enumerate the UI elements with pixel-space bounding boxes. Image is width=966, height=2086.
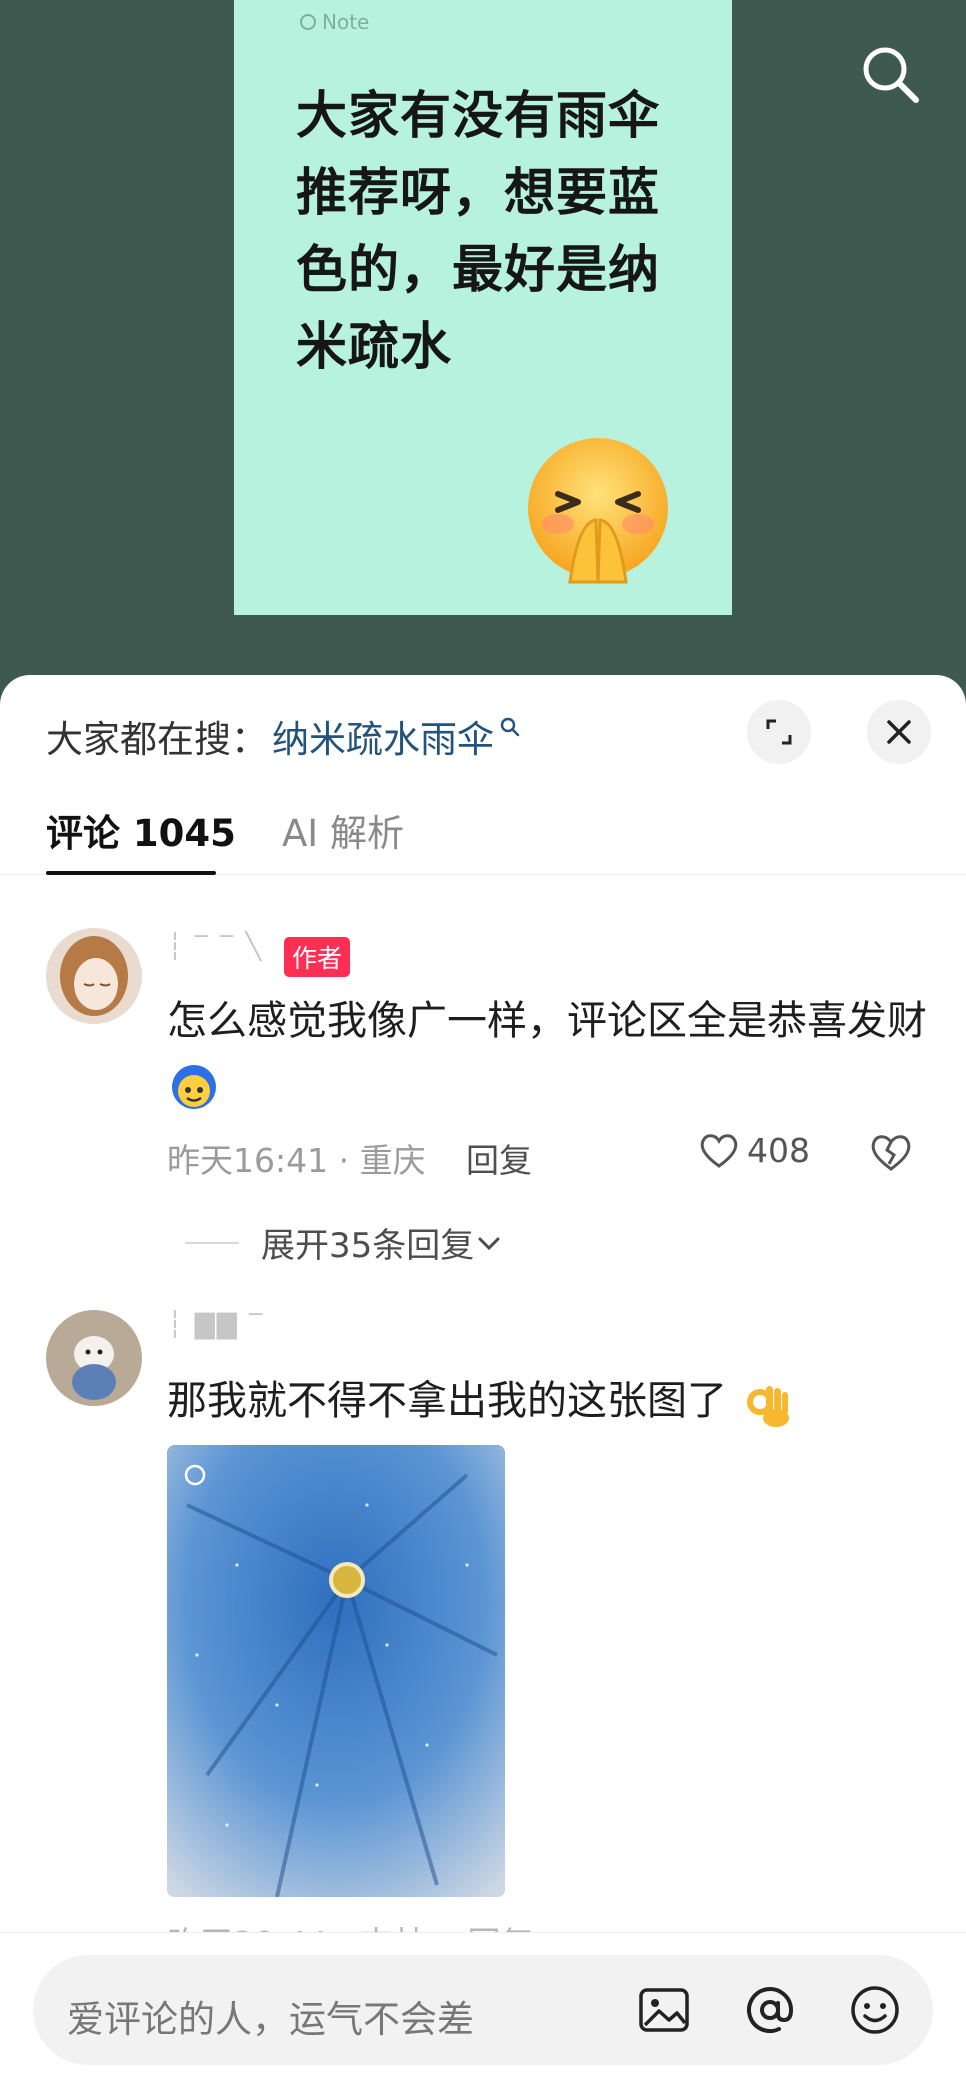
tab-ai-analysis[interactable]: AI 解析 [282,803,404,857]
circle-icon [300,14,316,30]
comment-meta: 昨天16:41 · 重庆 [167,1141,426,1180]
username-redacted[interactable]: ┆ ‾ ‾ ╲ [167,932,263,962]
blue-umbrella-photo [167,1445,505,1897]
chevron-down-icon [478,1237,500,1250]
input-placeholder: 爱评论的人，运气不会差 [67,1998,474,2041]
like-count: 408 [747,1130,810,1170]
tab-bar: 评论 1045 AI 解析 [0,785,966,875]
avatar-image [46,1310,142,1406]
expand-replies-button[interactable]: 展开35条回复 [185,1218,504,1267]
username-redacted[interactable]: ┆ ▇▇ ‾ [167,1310,264,1340]
avatar-image [46,928,142,1024]
close-icon [887,720,911,744]
pleading-face-icon [528,438,668,584]
search-icon [500,717,520,737]
emoji-icon[interactable] [844,1979,906,2041]
note-label: Note [300,10,369,34]
blue-face-emoji-icon [172,1065,216,1109]
comment-text: 那我就不得不拿出我的这张图了 [167,1370,927,1432]
reply-button[interactable]: 回复 [466,1134,532,1182]
hot-search-keyword[interactable]: 纳米疏水雨伞 [272,709,494,763]
like-button[interactable]: 408 [697,1128,810,1172]
comment-text-body: 那我就不得不拿出我的这张图了 [167,1378,727,1424]
search-icon[interactable] [858,42,922,106]
tab-active-indicator [46,871,216,875]
author-badge: 作者 [284,937,351,977]
note-text: 大家有没有雨伞推荐呀，想要蓝色的，最好是纳米疏水 [296,87,661,377]
mention-icon[interactable] [739,1979,801,2041]
divider-line [185,1241,239,1244]
avatar[interactable] [46,1310,142,1406]
expand-replies-label: 展开35条回复 [261,1226,475,1266]
tab-comments[interactable]: 评论 1045 [46,803,236,857]
expand-icon [766,719,792,745]
image-icon[interactable] [633,1979,695,2041]
heart-icon [700,1134,738,1168]
video-area: Note 大家有没有雨伞推荐呀，想要蓝色的，最好是纳米疏水 [0,0,966,700]
expand-button[interactable] [747,700,811,764]
comment-input[interactable]: 爱评论的人，运气不会差 [33,1955,933,2065]
hot-search-prefix: 大家都在搜： [46,718,268,761]
ok-hand-emoji-icon [746,1386,789,1427]
comment-text-body: 怎么感觉我像广一样，评论区全是恭喜发财 [167,998,927,1044]
close-button[interactable] [867,700,931,764]
broken-heart-icon[interactable] [867,1128,915,1176]
comment-photo[interactable] [167,1445,505,1897]
avatar[interactable] [46,928,142,1024]
note-label-text: Note [322,10,370,34]
comment-text: 怎么感觉我像广一样，评论区全是恭喜发财 [167,990,927,1114]
comment-input-bar: 爱评论的人，运气不会差 [0,1932,966,2086]
hot-search[interactable]: 大家都在搜： 纳米疏水雨伞 [46,709,522,763]
